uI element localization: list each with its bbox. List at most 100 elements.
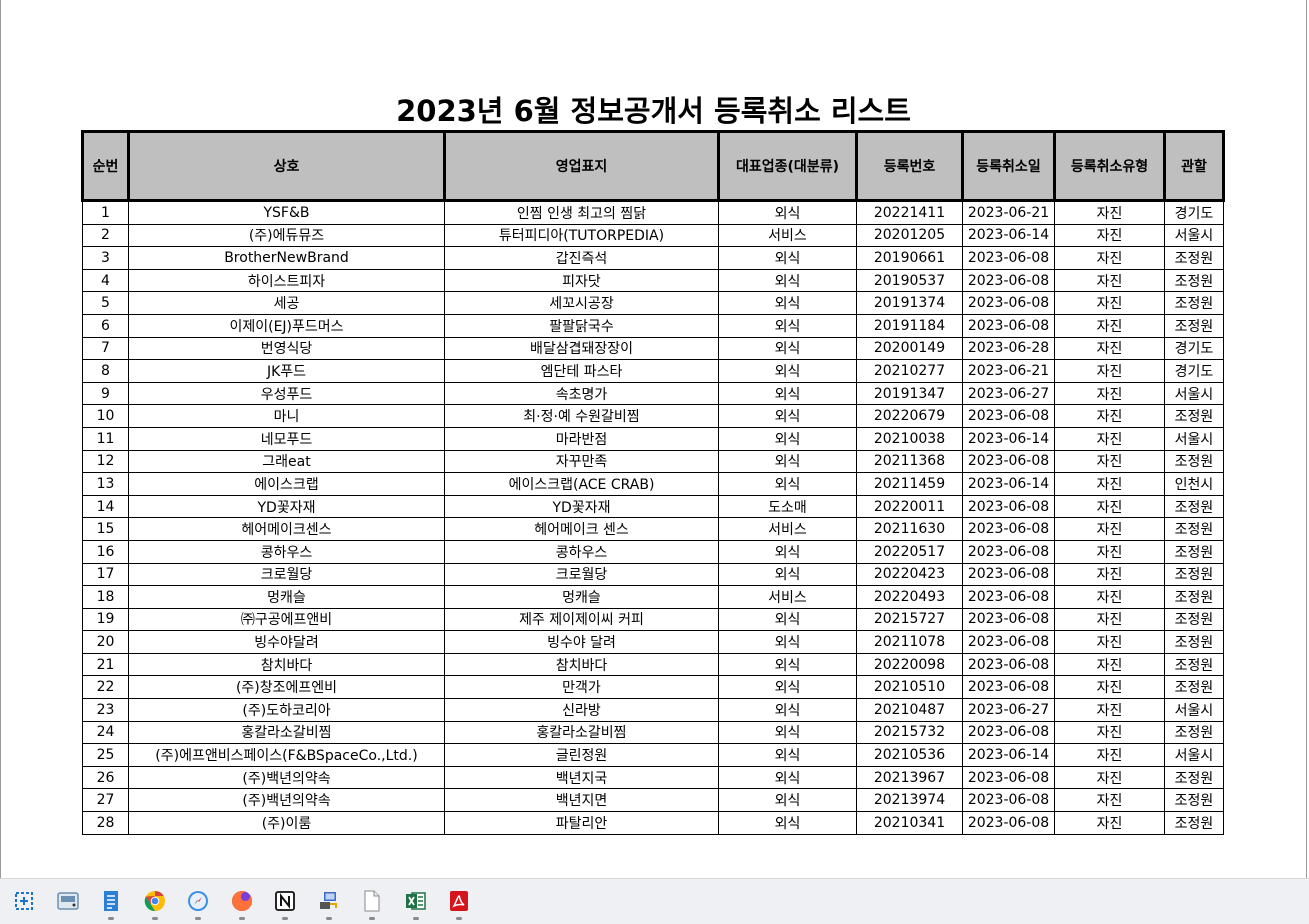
cell-jurisdiction[interactable]: 경기도 (1164, 336, 1224, 361)
cell-reg-no[interactable]: 20220423 (856, 562, 963, 587)
cell-jurisdiction[interactable]: 조정원 (1164, 765, 1224, 790)
cell-brand[interactable]: 갑진즉석 (444, 246, 719, 270)
cell-company[interactable]: 네모푸드 (128, 426, 445, 451)
cell-cancel-date[interactable]: 2023-06-14 (962, 743, 1055, 767)
firefox-icon[interactable] (230, 889, 254, 913)
cell-company[interactable]: 마니 (128, 404, 445, 428)
cell-industry[interactable]: 외식 (718, 291, 857, 315)
cell-brand[interactable]: 참치바다 (444, 652, 719, 677)
cell-seq[interactable]: 17 (82, 562, 129, 587)
safari-icon[interactable] (186, 889, 210, 913)
cell-jurisdiction[interactable]: 조정원 (1164, 788, 1224, 813)
cell-reg-no[interactable]: 20191184 (856, 313, 963, 338)
col-header-company[interactable]: 상호 (127, 130, 446, 202)
cell-brand[interactable]: 에이스크랩(ACE CRAB) (444, 472, 719, 496)
cell-brand[interactable]: 크로월당 (444, 562, 719, 587)
cell-brand[interactable]: 백년지면 (444, 788, 719, 813)
cell-reg-no[interactable]: 20215727 (856, 607, 963, 632)
cell-jurisdiction[interactable]: 서울시 (1164, 743, 1224, 767)
cell-jurisdiction[interactable]: 조정원 (1164, 630, 1224, 654)
cell-reg-no[interactable]: 20201205 (856, 223, 963, 248)
cell-company[interactable]: (주)백년의약속 (128, 788, 445, 813)
cell-brand[interactable]: 홍칼라소갈비찜 (444, 720, 719, 745)
cell-reg-no[interactable]: 20221411 (856, 199, 963, 225)
cell-company[interactable]: 우성푸드 (128, 381, 445, 406)
cell-jurisdiction[interactable]: 조정원 (1164, 652, 1224, 677)
cell-company[interactable]: YD꽃자재 (128, 494, 445, 519)
cell-cancel-date[interactable]: 2023-06-08 (962, 268, 1055, 293)
cell-industry[interactable]: 외식 (718, 359, 857, 383)
cell-reg-no[interactable]: 20211630 (856, 517, 963, 541)
cell-brand[interactable]: 글린정원 (444, 743, 719, 767)
cell-industry[interactable]: 서비스 (718, 223, 857, 248)
cell-cancel-type[interactable]: 자진 (1054, 765, 1165, 790)
cell-jurisdiction[interactable]: 조정원 (1164, 246, 1224, 270)
cell-industry[interactable]: 외식 (718, 607, 857, 632)
cell-reg-no[interactable]: 20210341 (856, 811, 963, 835)
snipping-tool-icon[interactable] (12, 889, 36, 913)
cell-brand[interactable]: 피자닷 (444, 268, 719, 293)
cell-industry[interactable]: 외식 (718, 199, 857, 225)
cell-jurisdiction[interactable]: 조정원 (1164, 562, 1224, 587)
cell-cancel-date[interactable]: 2023-06-08 (962, 517, 1055, 541)
cell-industry[interactable]: 외식 (718, 472, 857, 496)
cell-cancel-type[interactable]: 자진 (1054, 811, 1165, 835)
cell-company[interactable]: 이제이(EJ)푸드머스 (128, 313, 445, 338)
cell-seq[interactable]: 22 (82, 675, 129, 700)
cell-brand[interactable]: 신라방 (444, 698, 719, 722)
cell-cancel-date[interactable]: 2023-06-08 (962, 811, 1055, 835)
cell-cancel-type[interactable]: 자진 (1054, 291, 1165, 315)
col-header-industry[interactable]: 대표업종(대분류) (717, 130, 858, 202)
cell-cancel-date[interactable]: 2023-06-08 (962, 585, 1055, 609)
cell-company[interactable]: YSF&B (128, 199, 445, 225)
cell-brand[interactable]: 속초명가 (444, 381, 719, 406)
cell-brand[interactable]: YD꽃자재 (444, 494, 719, 519)
cell-company[interactable]: (주)이룸 (128, 811, 445, 835)
cell-jurisdiction[interactable]: 조정원 (1164, 539, 1224, 564)
cell-cancel-type[interactable]: 자진 (1054, 359, 1165, 383)
cell-jurisdiction[interactable]: 조정원 (1164, 585, 1224, 609)
chrome-icon[interactable] (143, 889, 167, 913)
cell-company[interactable]: JK푸드 (128, 359, 445, 383)
cell-reg-no[interactable]: 20210277 (856, 359, 963, 383)
cell-cancel-type[interactable]: 자진 (1054, 630, 1165, 654)
cell-company[interactable]: 그래eat (128, 449, 445, 474)
cell-industry[interactable]: 외식 (718, 652, 857, 677)
cell-jurisdiction[interactable]: 경기도 (1164, 359, 1224, 383)
cell-industry[interactable]: 외식 (718, 743, 857, 767)
cell-seq[interactable]: 9 (82, 381, 129, 406)
hard-drive-icon[interactable] (56, 889, 80, 913)
cell-reg-no[interactable]: 20213967 (856, 765, 963, 790)
cell-cancel-type[interactable]: 자진 (1054, 336, 1165, 361)
cell-brand[interactable]: 자꾸만족 (444, 449, 719, 474)
cell-reg-no[interactable]: 20190537 (856, 268, 963, 293)
cell-cancel-date[interactable]: 2023-06-08 (962, 539, 1055, 564)
cell-cancel-date[interactable]: 2023-06-08 (962, 675, 1055, 700)
cell-reg-no[interactable]: 20200149 (856, 336, 963, 361)
cell-cancel-type[interactable]: 자진 (1054, 698, 1165, 722)
cell-industry[interactable]: 외식 (718, 426, 857, 451)
cell-seq[interactable]: 2 (82, 223, 129, 248)
cell-reg-no[interactable]: 20210536 (856, 743, 963, 767)
cell-industry[interactable]: 외식 (718, 698, 857, 722)
col-header-jurisdiction[interactable]: 관할 (1163, 130, 1225, 202)
cell-industry[interactable]: 외식 (718, 268, 857, 293)
cell-industry[interactable]: 외식 (718, 539, 857, 564)
cell-jurisdiction[interactable]: 조정원 (1164, 607, 1224, 632)
cell-jurisdiction[interactable]: 서울시 (1164, 698, 1224, 722)
cell-seq[interactable]: 6 (82, 313, 129, 338)
cell-company[interactable]: 하이스트피자 (128, 268, 445, 293)
cell-cancel-type[interactable]: 자진 (1054, 539, 1165, 564)
cell-industry[interactable]: 외식 (718, 313, 857, 338)
blank-file-icon[interactable] (360, 889, 384, 913)
col-header-cancel-type[interactable]: 등록취소유형 (1053, 130, 1166, 202)
cell-cancel-type[interactable]: 자진 (1054, 246, 1165, 270)
cell-brand[interactable]: 콩하우스 (444, 539, 719, 564)
cell-industry[interactable]: 도소매 (718, 494, 857, 519)
cell-seq[interactable]: 26 (82, 765, 129, 790)
cell-company[interactable]: 홍칼라소갈비찜 (128, 720, 445, 745)
cell-industry[interactable]: 외식 (718, 765, 857, 790)
cell-cancel-date[interactable]: 2023-06-21 (962, 199, 1055, 225)
cell-reg-no[interactable]: 20220679 (856, 404, 963, 428)
cell-reg-no[interactable]: 20211459 (856, 472, 963, 496)
